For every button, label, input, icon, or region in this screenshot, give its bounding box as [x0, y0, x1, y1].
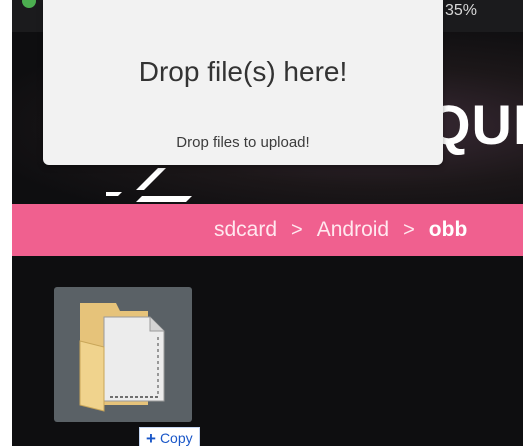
copy-label: Copy [159, 430, 193, 446]
copy-drag-badge: + Copy [139, 427, 200, 446]
drop-zone-title: Drop file(s) here! [138, 56, 348, 87]
file-grid: + Copy [12, 256, 523, 446]
drop-zone-overlay[interactable]: Drop file(s) here! Drop files to upload! [43, 0, 443, 165]
battery-text: 35% [445, 2, 478, 19]
chevron-right-icon: > [291, 218, 303, 241]
breadcrumb-item-sdcard[interactable]: sdcard [214, 218, 277, 242]
chevron-right-icon: > [403, 218, 415, 241]
drop-zone-subtitle: Drop files to upload! [176, 134, 310, 151]
breadcrumb-item-android[interactable]: Android [317, 218, 389, 242]
folder-item[interactable] [54, 287, 192, 422]
breadcrumb-item-obb[interactable]: obb [429, 218, 467, 242]
breadcrumb: sdcard > Android > obb [12, 204, 523, 256]
status-dot-icon [22, 0, 36, 8]
plus-icon: + [146, 428, 156, 446]
brand-logo-icon [106, 168, 192, 202]
folder-icon [79, 303, 165, 412]
file-manager-app: 35% QUE sdcard > Android > obb [12, 0, 523, 446]
